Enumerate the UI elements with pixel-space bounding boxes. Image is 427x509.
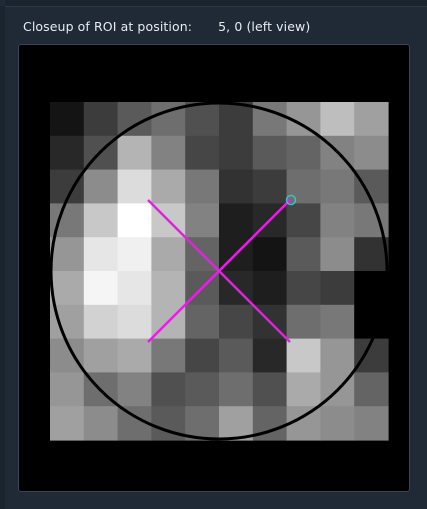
roi-pixel — [117, 135, 152, 171]
roi-pixel — [83, 338, 119, 373]
roi-pixel — [185, 135, 220, 171]
roi-pixel — [151, 135, 186, 171]
roi-pixel — [151, 237, 186, 272]
roi-closeup-view[interactable] — [18, 44, 410, 492]
roi-pixel — [219, 135, 254, 171]
roi-pixel — [286, 203, 321, 238]
roi-pixel — [354, 406, 389, 441]
roi-pixel — [320, 203, 355, 238]
roi-pixel — [354, 372, 389, 407]
roi-pixel — [117, 338, 152, 373]
roi-pixel — [354, 102, 389, 137]
roi-pixel — [50, 135, 85, 171]
roi-pixel — [83, 169, 119, 204]
roi-pixel — [286, 372, 321, 407]
roi-pixel — [219, 203, 254, 238]
roi-pixel — [185, 304, 220, 340]
roi-pixel — [320, 169, 355, 204]
roi-pixel — [219, 169, 254, 204]
roi-pixel — [286, 271, 321, 306]
roi-pixel — [286, 338, 321, 373]
roi-pixel — [83, 102, 119, 137]
roi-pixel — [83, 406, 119, 441]
roi-position-label: Closeup of ROI at position: — [23, 19, 193, 34]
roi-pixel — [151, 169, 186, 204]
roi-closeup-panel: Closeup of ROI at position: 5, 0 (left v… — [0, 0, 427, 509]
roi-pixel — [252, 169, 288, 204]
roi-pixel — [219, 338, 254, 373]
roi-closeup-canvas[interactable] — [19, 45, 409, 491]
roi-pixel — [252, 271, 288, 306]
roi-pixel — [320, 304, 355, 340]
roi-pixel — [286, 304, 321, 340]
roi-pixel — [185, 372, 220, 407]
roi-pixel — [320, 338, 355, 373]
roi-pixel — [320, 237, 355, 272]
roi-pixel — [185, 338, 220, 373]
roi-pixel — [252, 237, 288, 272]
roi-pixel — [320, 102, 355, 137]
roi-position-value: 5, 0 (left view) — [218, 19, 311, 34]
roi-pixel — [252, 372, 288, 407]
roi-pixel — [83, 271, 119, 306]
panel-left-border — [0, 6, 5, 509]
roi-pixel — [286, 169, 321, 204]
roi-pixel — [117, 372, 152, 407]
roi-pixel — [117, 271, 152, 306]
roi-pixel — [117, 237, 152, 272]
roi-pixel — [83, 304, 119, 340]
roi-pixel — [50, 271, 85, 306]
roi-pixel — [50, 102, 85, 137]
panel-top-border — [5, 0, 427, 7]
roi-pixel — [286, 237, 321, 272]
roi-pixel — [185, 203, 220, 238]
roi-pixel — [151, 338, 186, 373]
roi-pixel — [117, 203, 152, 238]
roi-pixel — [286, 135, 321, 171]
roi-pixel — [252, 338, 288, 373]
roi-pixel — [252, 135, 288, 171]
roi-pixel — [151, 271, 186, 306]
roi-pixel — [50, 372, 85, 407]
roi-pixel — [83, 203, 119, 238]
roi-pixel — [50, 237, 85, 272]
roi-pixel — [151, 372, 186, 407]
roi-pixel — [185, 102, 220, 137]
roi-pixel — [219, 372, 254, 407]
roi-pixel — [185, 169, 220, 204]
roi-pixel — [354, 135, 389, 171]
roi-pixel — [83, 237, 119, 272]
roi-pixel — [320, 271, 355, 306]
roi-position-header: Closeup of ROI at position: 5, 0 (left v… — [23, 19, 310, 34]
roi-pixel — [50, 406, 85, 441]
roi-pixel — [117, 304, 152, 340]
roi-pixel — [219, 304, 254, 340]
roi-pixel — [219, 102, 254, 137]
roi-pixel — [117, 169, 152, 204]
roi-pixel — [320, 406, 355, 441]
